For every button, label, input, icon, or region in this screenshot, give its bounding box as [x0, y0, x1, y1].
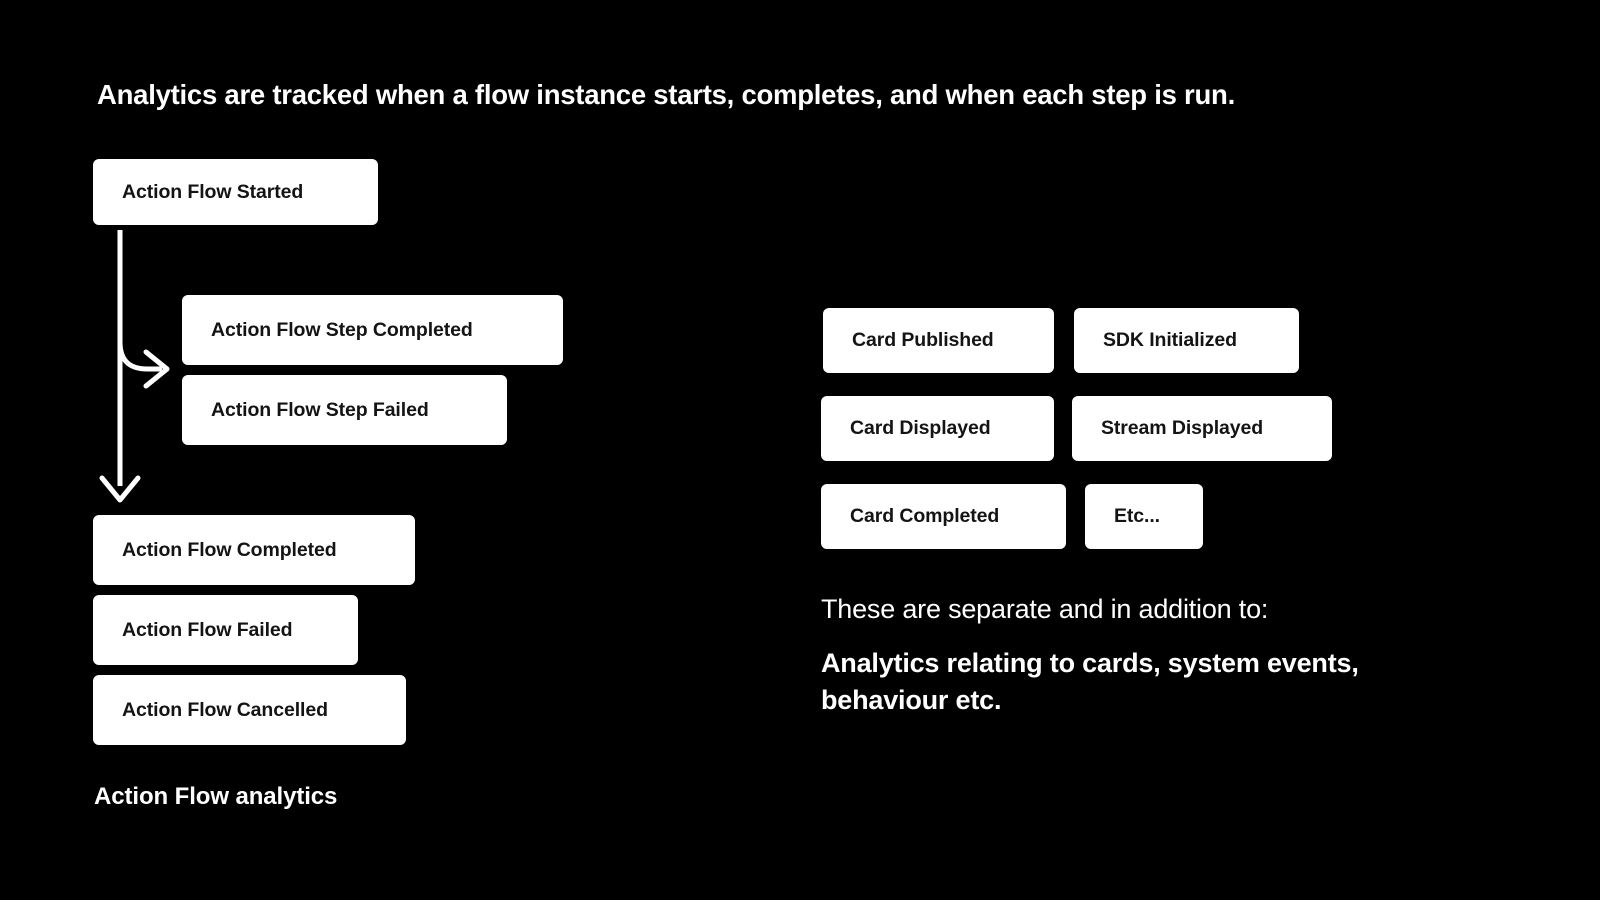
note-separate-and-in-addition: These are separate and in addition to:	[821, 594, 1269, 624]
node-sdk-initialized[interactable]: SDK Initialized	[1074, 308, 1299, 373]
connector-branch-to-steps	[117, 341, 170, 389]
node-action-flow-completed[interactable]: Action Flow Completed	[93, 515, 415, 585]
node-card-published[interactable]: Card Published	[823, 308, 1054, 373]
node-card-displayed[interactable]: Card Displayed	[821, 396, 1054, 461]
action-flow-analytics-caption: Action Flow analytics	[94, 783, 338, 810]
node-action-flow-failed[interactable]: Action Flow Failed	[93, 595, 358, 665]
node-action-flow-step-failed[interactable]: Action Flow Step Failed	[182, 375, 507, 445]
node-stream-displayed[interactable]: Stream Displayed	[1072, 396, 1332, 461]
diagram-canvas: Analytics are tracked when a flow instan…	[0, 0, 1600, 900]
node-action-flow-step-completed[interactable]: Action Flow Step Completed	[182, 295, 563, 365]
node-action-flow-started[interactable]: Action Flow Started	[93, 159, 378, 225]
node-etc[interactable]: Etc...	[1085, 484, 1203, 549]
connector-start-to-end	[99, 230, 141, 503]
node-action-flow-cancelled[interactable]: Action Flow Cancelled	[93, 675, 406, 745]
connector-layer	[99, 230, 170, 503]
note-other-analytics: Analytics relating to cards, system even…	[821, 648, 1359, 716]
node-card-completed[interactable]: Card Completed	[821, 484, 1066, 549]
diagram-title: Analytics are tracked when a flow instan…	[97, 79, 1235, 110]
